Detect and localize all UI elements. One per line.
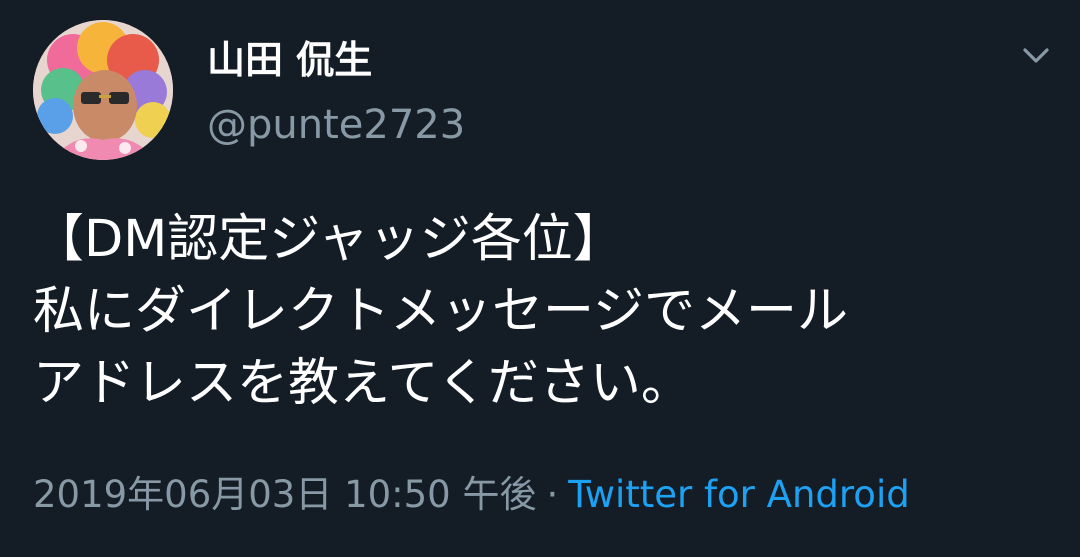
display-name[interactable]: 山田 侃生: [207, 36, 372, 84]
avatar[interactable]: [33, 20, 173, 160]
meta-separator: ·: [546, 473, 559, 516]
avatar-image: [33, 20, 173, 160]
tweet-card: 山田 侃生 @punte2723 【DM認定ジャッジ各位】 私にダイレクトメッセ…: [0, 0, 1080, 557]
tweet-text: 【DM認定ジャッジ各位】 私にダイレクトメッセージでメール アドレスを教えてくだ…: [33, 204, 1063, 420]
tweet-text-line: 私にダイレクトメッセージでメール: [33, 282, 848, 341]
chevron-down-icon[interactable]: [1016, 38, 1056, 74]
source-link[interactable]: Twitter for Android: [568, 473, 909, 516]
timestamp[interactable]: 2019年06月03日 10:50 午後: [33, 473, 536, 516]
tweet-text-line: 【DM認定ジャッジ各位】: [33, 210, 624, 269]
tweet-text-line: アドレスを教えてください。: [33, 354, 692, 413]
user-handle[interactable]: @punte2723: [207, 100, 465, 150]
tweet-meta: 2019年06月03日 10:50 午後 · Twitter for Android: [33, 470, 910, 520]
